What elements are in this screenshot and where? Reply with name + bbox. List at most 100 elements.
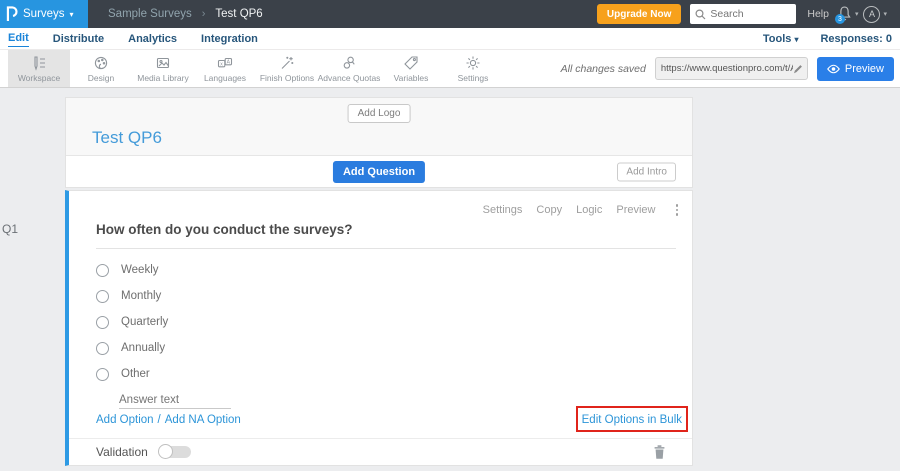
search-box[interactable] [690,4,797,24]
radio-button[interactable] [96,341,109,355]
add-logo-button[interactable]: Add Logo [347,104,411,123]
breadcrumb-separator: › [201,8,206,20]
validation-row: Validation [69,439,692,465]
media-library-icon [155,55,171,71]
preview-button-label: Preview [844,62,884,75]
validation-toggle[interactable] [157,444,192,460]
workspace-icon [31,55,47,71]
save-status-text: All changes saved [560,62,646,75]
top-header: Surveys ▾ Sample Surveys › Test QP6 Upgr… [0,0,900,28]
survey-title[interactable]: Test QP6 [92,128,162,148]
nav-right-cluster: Tools ▾ Responses: 0 [763,33,892,45]
toolbar-item-media-library[interactable]: Media Library [132,50,194,87]
toolbar-item-label: Settings [457,72,489,83]
breadcrumb: Sample Surveys › Test QP6 [108,8,263,20]
question-text[interactable]: How often do you conduct the surveys? [96,222,353,237]
surveys-menu-label: Surveys [23,8,65,20]
help-link[interactable]: Help [807,8,829,20]
tab-edit[interactable]: Edit [8,30,29,47]
toolbar-item-finish-options[interactable]: Finish Options [256,50,318,87]
languages-icon: xA [217,55,233,71]
edit-options-in-bulk-highlight: Edit Options in Bulk [575,406,688,432]
radio-button[interactable] [96,315,109,329]
search-icon [695,8,706,20]
preview-button[interactable]: Preview [816,56,894,81]
survey-actions-section: Add Question Add Intro [66,156,692,187]
pencil-icon[interactable] [793,64,803,74]
toolbar-item-design[interactable]: Design [70,50,132,87]
answer-option-row: Weekly [96,257,168,283]
edit-options-in-bulk-link[interactable]: Edit Options in Bulk [582,414,682,426]
chevron-down-icon[interactable]: ▾ [855,10,859,18]
chevron-down-icon: ▾ [69,9,74,19]
advance-quotas-icon [341,55,357,71]
add-question-button[interactable]: Add Question [332,160,426,183]
question-preview-link[interactable]: Preview [616,204,655,216]
question-menu: Settings Copy Logic Preview [483,202,680,218]
chevron-down-icon: ▾ [794,34,799,44]
add-na-option-link[interactable]: Add NA Option [165,414,241,426]
survey-url-input[interactable] [660,63,793,74]
toolbar-right-cluster: All changes saved Preview [561,50,900,87]
responses-counter[interactable]: Responses: 0 [820,33,892,45]
radio-button[interactable] [96,367,109,381]
answer-option-row: Quarterly [96,309,168,335]
question-settings-link[interactable]: Settings [483,204,523,216]
answer-option-row: Annually [96,335,168,361]
breadcrumb-parent[interactable]: Sample Surveys [108,8,192,20]
other-answer-input[interactable] [119,392,231,409]
app-root: Surveys ▾ Sample Surveys › Test QP6 Upgr… [0,0,900,471]
toolbar-item-label: Advance Quotas [317,72,381,83]
toolbar-item-languages[interactable]: xA Languages [194,50,256,87]
questionpro-logo-icon [5,6,18,22]
avatar[interactable]: A [863,5,881,23]
tab-analytics[interactable]: Analytics [128,31,177,47]
toolbar-item-label: Design [87,72,115,83]
radio-button[interactable] [96,263,109,277]
add-option-link[interactable]: Add Option [96,414,154,426]
survey-toolbar: Workspace Design Media Library xA Langua… [0,50,900,88]
header-right-cluster: Upgrade Now Help 3 ▾ A ▾ [596,4,900,24]
question-card: Settings Copy Logic Preview How often do… [65,190,693,466]
kebab-menu-icon[interactable] [674,202,681,218]
tab-integration[interactable]: Integration [201,31,258,47]
add-intro-button[interactable]: Add Intro [617,162,676,181]
answer-option-row: Monthly [96,283,168,309]
question-number-label: Q1 [2,222,19,236]
toolbar-item-label: Variables [393,72,429,83]
design-icon [93,55,109,71]
toolbar-item-label: Media Library [137,72,189,83]
toolbar-item-label: Workspace [17,72,61,83]
question-text-underline [96,248,676,249]
toolbar-item-label: Languages [203,72,247,83]
toolbar-item-label: Finish Options [259,72,315,83]
radio-button[interactable] [96,289,109,303]
option-label[interactable]: Quarterly [121,316,168,328]
search-input[interactable] [710,8,791,20]
surveys-menu[interactable]: Surveys ▾ [0,0,88,28]
question-copy-link[interactable]: Copy [536,204,562,216]
validation-label: Validation [96,445,148,459]
question-logic-link[interactable]: Logic [576,204,602,216]
survey-header-section: Add Logo Test QP6 [66,98,692,156]
toolbar-item-workspace[interactable]: Workspace [8,50,70,87]
answer-option-row: Other [96,361,168,387]
tools-menu[interactable]: Tools ▾ [763,33,799,45]
toolbar-item-variables[interactable]: Variables [380,50,442,87]
link-separator: / [157,414,161,426]
settings-icon [465,55,481,71]
avatar-initial: A [868,9,875,19]
toolbar-item-settings[interactable]: Settings [442,50,504,87]
option-label[interactable]: Weekly [121,264,159,276]
workspace-content: Add Logo Test QP6 Add Question Add Intro… [0,88,900,471]
toolbar-item-advance-quotas[interactable]: Advance Quotas [318,50,380,87]
notifications-button[interactable]: 3 [834,6,852,24]
option-label[interactable]: Annually [121,342,165,354]
upgrade-now-button[interactable]: Upgrade Now [596,4,682,24]
survey-url-field[interactable] [654,57,808,80]
option-label[interactable]: Other [121,368,150,380]
chevron-down-icon[interactable]: ▾ [883,10,887,18]
option-label[interactable]: Monthly [121,290,161,302]
trash-icon[interactable] [653,445,666,460]
tab-distribute[interactable]: Distribute [53,31,104,47]
